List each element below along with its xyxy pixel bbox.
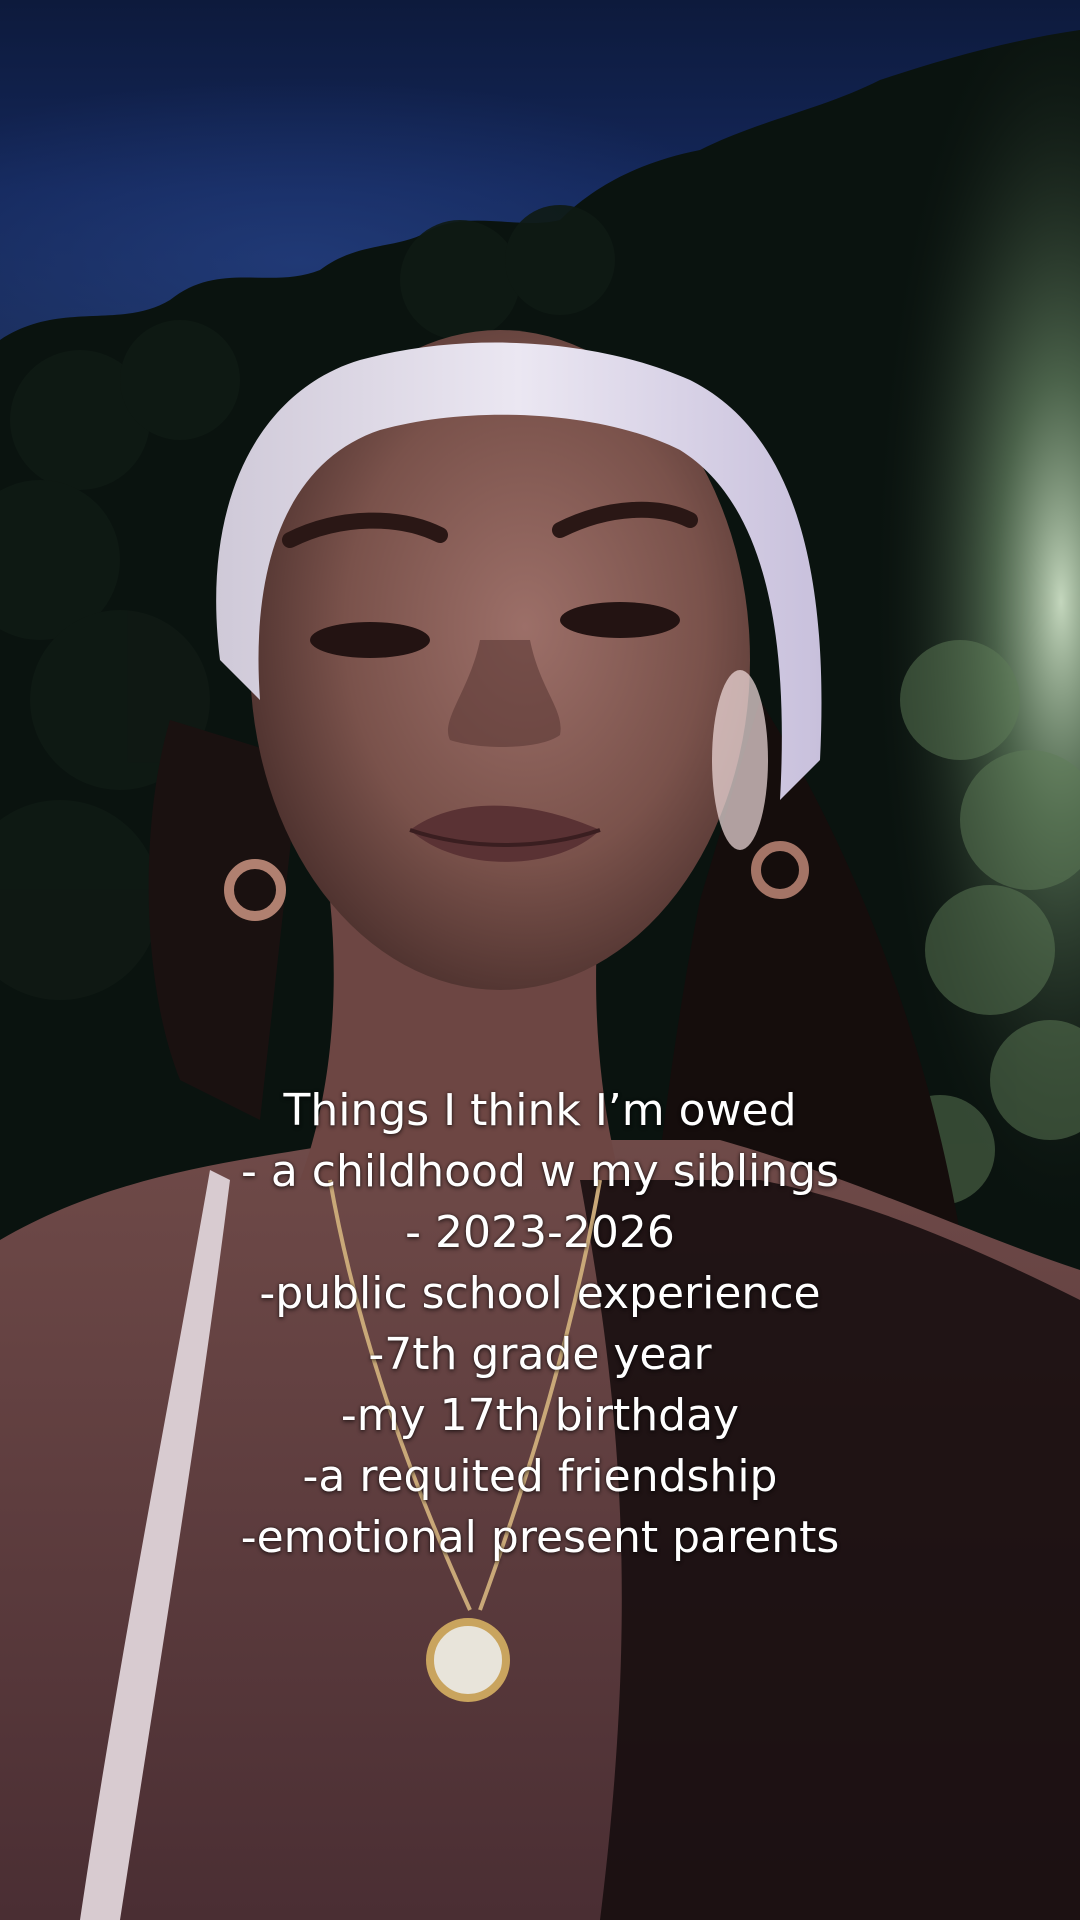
caption-line: -public school experience	[259, 1268, 821, 1319]
caption-line: -7th grade year	[368, 1329, 712, 1380]
caption-line: Things I think I’m owed	[283, 1085, 797, 1136]
caption-line: -emotional present parents	[240, 1512, 840, 1563]
selfie-photo: Things I think I’m owed - a childhood w …	[0, 0, 1080, 1920]
person-portrait	[0, 330, 1080, 1920]
caption-line: - 2023-2026	[405, 1207, 675, 1258]
caption-text: Things I think I’m owed - a childhood w …	[0, 1080, 1080, 1568]
caption-line: -my 17th birthday	[340, 1390, 740, 1441]
caption-line: -a requited friendship	[302, 1451, 778, 1502]
caption-line: - a childhood w my siblings	[240, 1146, 840, 1197]
